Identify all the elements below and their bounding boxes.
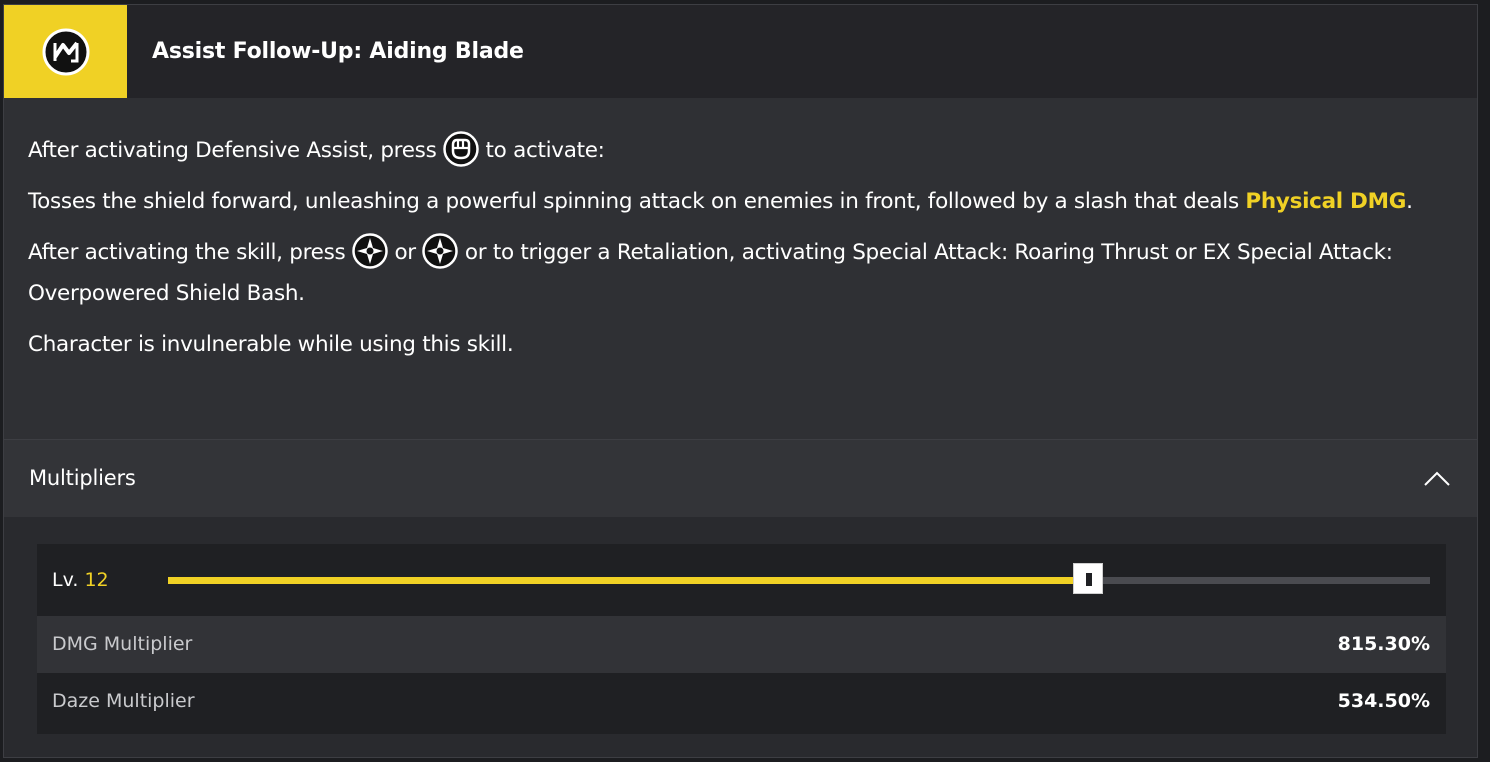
damage-type-highlight: Physical DMG	[1245, 189, 1407, 214]
skill-icon-box	[4, 5, 127, 98]
special-attack-button-icon	[422, 233, 459, 269]
table-row: DMG Multiplier 815.30%	[37, 616, 1446, 673]
skill-header: Assist Follow-Up: Aiding Blade	[4, 5, 1477, 98]
level-value: 12	[84, 569, 109, 591]
description-text: .	[1406, 189, 1413, 214]
level-slider-handle[interactable]	[1073, 563, 1104, 594]
daze-multiplier-value: 534.50%	[1337, 690, 1430, 712]
fist-button-icon	[443, 131, 479, 167]
multipliers-header[interactable]: Multipliers	[4, 440, 1477, 517]
level-label-text: Lv.	[52, 569, 79, 591]
skill-card: Assist Follow-Up: Aiding Blade After act…	[3, 4, 1478, 758]
description-line-1: After activating Defensive Assist, press…	[28, 130, 1448, 171]
description-line-3: After activating the skill, press or or …	[28, 232, 1448, 314]
level-slider-fill	[168, 577, 1090, 584]
assist-follow-up-icon	[42, 28, 89, 75]
table-row: Daze Multiplier 534.50%	[37, 673, 1446, 730]
description-text: Tosses the shield forward, unleashing a …	[28, 189, 1246, 214]
dmg-multiplier-label: DMG Multiplier	[52, 633, 193, 655]
level-label: Lv. 12	[52, 544, 109, 616]
daze-multiplier-label: Daze Multiplier	[52, 690, 195, 712]
chevron-up-icon[interactable]	[1423, 468, 1451, 488]
multipliers-title: Multipliers	[29, 466, 136, 490]
special-attack-button-icon	[352, 233, 388, 269]
level-row: Lv. 12	[37, 544, 1446, 616]
description-text: to activate:	[479, 138, 605, 163]
multipliers-section: Multipliers Lv. 12 DMG Multiplier 815.30…	[4, 439, 1477, 757]
skill-description: After activating Defensive Assist, press…	[28, 130, 1448, 375]
skill-title: Assist Follow-Up: Aiding Blade	[152, 39, 524, 64]
description-text: After activating the skill, press	[28, 240, 352, 265]
level-slider[interactable]	[168, 563, 1430, 594]
multipliers-table: Lv. 12 DMG Multiplier 815.30% Daze Multi…	[37, 544, 1446, 734]
description-line-4: Character is invulnerable while using th…	[28, 332, 514, 357]
description-text: or	[387, 240, 423, 265]
description-text: After activating Defensive Assist, press	[28, 138, 444, 163]
dmg-multiplier-value: 815.30%	[1337, 633, 1430, 655]
description-line-2: Tosses the shield forward, unleashing a …	[28, 181, 1448, 222]
